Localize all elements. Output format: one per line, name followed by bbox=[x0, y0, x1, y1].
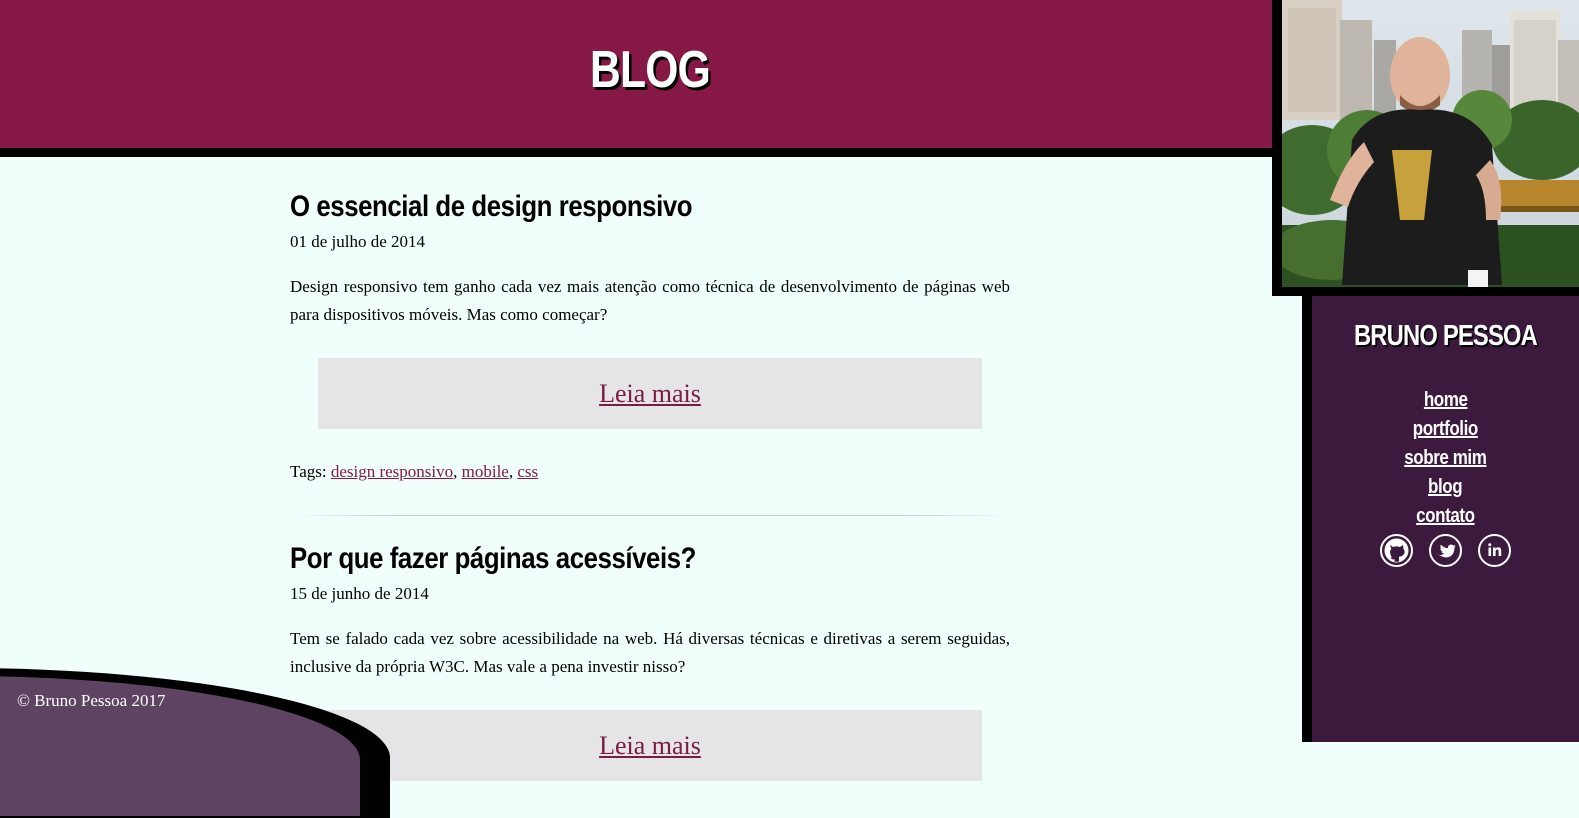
post-title[interactable]: O essencial de design responsivo bbox=[290, 188, 909, 226]
post-tags: Tags: design responsivo, mobile, css bbox=[290, 462, 539, 481]
nav-link-sobre-mim[interactable]: sobre mim bbox=[1404, 444, 1487, 473]
tag-link-mobile[interactable]: mobile bbox=[462, 462, 509, 481]
read-more-box: Leia mais bbox=[318, 358, 982, 429]
profile-photo bbox=[1282, 0, 1579, 287]
nav-link-home[interactable]: home bbox=[1424, 386, 1468, 415]
blog-post: O essencial de design responsivo 01 de j… bbox=[290, 188, 1010, 484]
tags-label: Tags: bbox=[290, 462, 327, 481]
sidebar: BRUNO PESSOA home portfolio sobre mim bl… bbox=[1302, 296, 1579, 742]
nav-link-contato[interactable]: contato bbox=[1416, 502, 1475, 531]
profile-photo-frame bbox=[1272, 0, 1579, 296]
blog-posts: O essencial de design responsivo 01 de j… bbox=[290, 188, 1010, 781]
blog-header: BLOG bbox=[0, 0, 1282, 157]
post-divider bbox=[290, 515, 1010, 516]
tag-link-css[interactable]: css bbox=[517, 462, 538, 481]
author-name: BRUNO PESSOA bbox=[1353, 320, 1538, 352]
copyright-text: © Bruno Pessoa 2017 bbox=[17, 691, 166, 710]
github-link[interactable] bbox=[1380, 534, 1413, 567]
read-more-link[interactable]: Leia mais bbox=[599, 731, 701, 760]
post-excerpt: Design responsivo tem ganho cada vez mai… bbox=[290, 277, 1010, 324]
linkedin-link[interactable] bbox=[1478, 534, 1511, 567]
page-title: BLOG bbox=[590, 41, 711, 99]
nav-item-sobre-mim: sobre mim bbox=[1312, 444, 1579, 473]
nav-item-home: home bbox=[1312, 386, 1579, 415]
social-links bbox=[1312, 534, 1579, 568]
nav-item-blog: blog bbox=[1312, 473, 1579, 502]
post-title[interactable]: Por que fazer páginas acessíveis? bbox=[290, 540, 909, 578]
main-nav: home portfolio sobre mim blog contato bbox=[1312, 386, 1579, 531]
read-more-link[interactable]: Leia mais bbox=[599, 379, 701, 408]
post-date: 01 de julho de 2014 bbox=[290, 232, 426, 251]
tag-link-design-responsivo[interactable]: design responsivo bbox=[331, 462, 453, 481]
twitter-icon bbox=[1437, 544, 1456, 558]
twitter-link[interactable] bbox=[1429, 534, 1462, 567]
github-icon bbox=[1384, 538, 1409, 563]
blog-post: Por que fazer páginas acessíveis? 15 de … bbox=[290, 540, 1010, 781]
nav-link-portfolio[interactable]: portfolio bbox=[1413, 415, 1479, 444]
nav-item-portfolio: portfolio bbox=[1312, 415, 1579, 444]
post-excerpt: Tem se falado cada vez sobre acessibilid… bbox=[290, 629, 1010, 676]
read-more-box: Leia mais bbox=[318, 710, 982, 781]
post-date: 15 de junho de 2014 bbox=[290, 584, 429, 603]
nav-item-contato: contato bbox=[1312, 502, 1579, 531]
linkedin-icon bbox=[1488, 543, 1502, 556]
nav-link-blog[interactable]: blog bbox=[1428, 473, 1463, 502]
